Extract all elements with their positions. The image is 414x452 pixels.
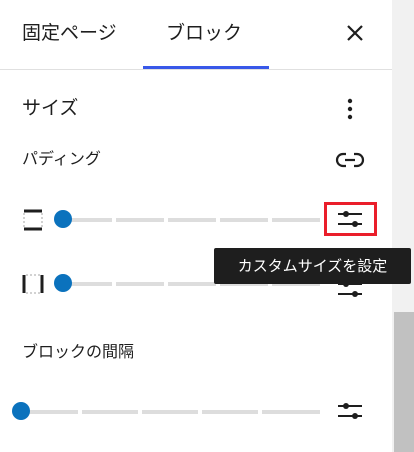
slider-step [142,410,198,414]
box-left-right-icon [22,273,44,295]
padding-label: パディング [22,149,101,168]
slider-step [202,410,258,414]
box-top-bottom-icon [22,209,44,231]
slider-thumb[interactable] [54,210,72,228]
tab-divider [0,69,392,70]
highlight-annotation [324,202,377,236]
slider-step [116,218,164,222]
padding-top-bottom-slider[interactable] [54,210,320,230]
slider-thumb[interactable] [12,402,30,420]
tab-page[interactable]: 固定ページ [22,20,117,46]
block-spacing-label: ブロックの間隔 [22,342,135,361]
close-icon [347,25,363,41]
tab-bar: 固定ページ ブロック [0,0,392,69]
slider-step [272,218,320,222]
panel-title: サイズ [22,97,79,119]
slider-step [82,410,138,414]
slider-thumb[interactable] [54,274,72,292]
sliders-icon [338,403,362,419]
link-icon [335,152,365,168]
set-custom-size-button[interactable] [334,397,366,425]
more-vertical-icon [347,98,353,120]
slider-step [116,282,164,286]
panel-options-button[interactable] [336,94,364,124]
tab-block[interactable]: ブロック [166,20,242,46]
slider-step [262,410,320,414]
scrollbar-thumb[interactable] [394,312,414,452]
block-spacing-slider[interactable] [12,402,320,422]
slider-step [168,218,216,222]
close-button[interactable] [338,18,372,48]
slider-step [220,218,268,222]
slider-step [22,410,78,414]
custom-size-tooltip: カスタムサイズを設定 [214,248,411,284]
link-sides-button[interactable] [333,147,367,173]
slider-step [168,282,216,286]
